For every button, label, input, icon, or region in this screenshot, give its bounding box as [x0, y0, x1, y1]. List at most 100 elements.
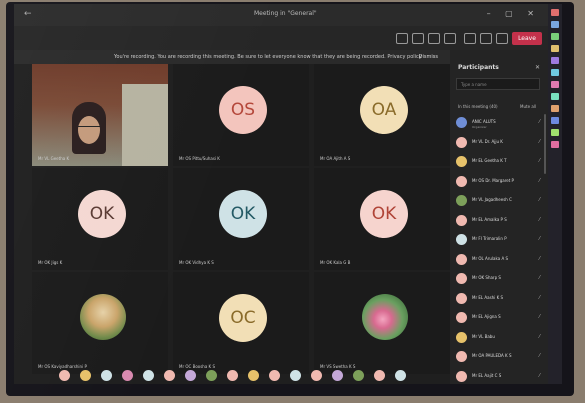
participant-tile[interactable]: OA Mr OA Ajith A S: [314, 64, 450, 166]
participant-tile[interactable]: OS Mr OS Pittu/Suhasi K: [173, 64, 309, 166]
participant-name: Mr EL Ajigna S: [472, 314, 501, 319]
participant-name: Mr OA PAULEDA K S: [472, 353, 512, 358]
participant-list: ANIC ALUTS Organizer ⁄ Mr VL Dr. Ajju K ⁄ Mr …: [456, 114, 544, 384]
avatar[interactable]: [290, 370, 301, 381]
close-icon[interactable]: ✕: [535, 64, 540, 71]
participant-tile[interactable]: Mr VL Geetha K: [32, 64, 168, 166]
back-arrow-icon[interactable]: ←: [24, 9, 32, 19]
mic-icon: ⁄: [539, 275, 540, 281]
avatar[interactable]: [374, 370, 385, 381]
participant-name: Mr OL Arulaka A S: [472, 255, 509, 261]
avatar: [456, 156, 467, 167]
participant-name-label: Mr VL Geetha K: [38, 156, 70, 161]
participant-name: Mr EL Aajit C S: [472, 372, 502, 378]
taskbar-app-icon[interactable]: [551, 141, 559, 148]
participant-row[interactable]: ANIC ALUTS Organizer ⁄: [456, 114, 544, 134]
taskbar-app-icon[interactable]: [551, 129, 559, 136]
avatar[interactable]: [59, 370, 70, 381]
participants-icon[interactable]: [464, 33, 476, 44]
taskbar-app-icon[interactable]: [551, 69, 559, 76]
participant-row[interactable]: Mr FI Trimaralin P ⁄: [456, 231, 544, 251]
participant-tile[interactable]: OK Mr OK Kala G B: [314, 168, 450, 270]
participant-row[interactable]: Mr EL Geetha K T ⁄: [456, 153, 544, 173]
share-icon[interactable]: [428, 33, 440, 44]
participant-row[interactable]: Mr EL Amalka P S ⁄: [456, 212, 544, 232]
recording-banner: You're recording. You are recording this…: [14, 50, 450, 64]
avatar[interactable]: [332, 370, 343, 381]
window-title: Meeting in "General": [254, 10, 317, 17]
taskbar-app-icon[interactable]: [551, 57, 559, 64]
taskbar-app-icon[interactable]: [551, 33, 559, 40]
mute-all-button[interactable]: Mute all: [520, 104, 536, 109]
participant-row[interactable]: Mr VL Jagadheesh C ⁄: [456, 192, 544, 212]
leave-button[interactable]: Leave: [512, 32, 542, 45]
taskbar-app-icon[interactable]: [551, 93, 559, 100]
avatar[interactable]: [185, 370, 196, 381]
mic-icon: ⁄: [539, 119, 540, 125]
avatar[interactable]: [248, 370, 259, 381]
raise-hand-icon[interactable]: [496, 33, 508, 44]
taskbar-app-icon[interactable]: [551, 9, 559, 16]
bottom-participant-strip: [54, 366, 454, 384]
avatar: [456, 273, 467, 284]
avatar[interactable]: [353, 370, 364, 381]
avatar[interactable]: [206, 370, 217, 381]
scrollbar[interactable]: [544, 114, 546, 174]
avatar[interactable]: [395, 370, 406, 381]
avatar[interactable]: [101, 370, 112, 381]
participant-name: ANIC ALUTS: [472, 119, 496, 124]
participant-row[interactable]: Mr OS Dr. Margaret P ⁄: [456, 173, 544, 193]
participant-name-label: Mr OA Ajith A S: [320, 156, 351, 161]
taskbar-app-icon[interactable]: [551, 117, 559, 124]
avatar[interactable]: [311, 370, 322, 381]
participant-role: Organizer: [472, 125, 487, 129]
avatar: [456, 117, 467, 128]
taskbar-app-icon[interactable]: [551, 105, 559, 112]
mic-icon: ⁄: [539, 236, 540, 242]
participant-tile[interactable]: OK Mr OK Vidhya K S: [173, 168, 309, 270]
camera-icon[interactable]: [396, 33, 408, 44]
avatar: [456, 195, 467, 206]
participant-name: Mr OS Dr. Margaret P: [472, 177, 514, 183]
avatar[interactable]: [80, 370, 91, 381]
taskbar-app-icon[interactable]: [551, 45, 559, 52]
participant-tile[interactable]: Mr VS Swetha K S: [314, 272, 450, 374]
window-controls[interactable]: – ▢ ✕: [487, 9, 540, 18]
more-icon[interactable]: [444, 33, 456, 44]
participant-row[interactable]: Mr EL Aajit C S ⁄: [456, 368, 544, 385]
in-meeting-section-label[interactable]: In this meeting (40): [458, 104, 498, 109]
participant-row[interactable]: Mr VL Dr. Ajju K ⁄: [456, 134, 544, 154]
participant-name: Mr FI Trimaralin P: [472, 236, 507, 241]
participant-name: Mr EL Amalka P S: [472, 216, 507, 222]
avatar[interactable]: [122, 370, 133, 381]
participant-search-input[interactable]: Type a name: [456, 78, 540, 90]
participant-row[interactable]: Mr OL Arulaka A S ⁄: [456, 251, 544, 271]
meeting-toolbar: Leave: [14, 26, 548, 50]
taskbar-app-icon[interactable]: [551, 81, 559, 88]
participant-row[interactable]: Mr OA PAULEDA K S ⁄: [456, 348, 544, 368]
avatar[interactable]: [269, 370, 280, 381]
avatar[interactable]: [227, 370, 238, 381]
avatar[interactable]: [143, 370, 154, 381]
video-grid: Mr VL Geetha K OS Mr OS Pittu/Suhasi K OA Mr…: [32, 64, 450, 374]
participant-row[interactable]: Mr OK Sharp S ⁄: [456, 270, 544, 290]
participant-row[interactable]: Mr EL Aashi K S ⁄: [456, 290, 544, 310]
participant-row[interactable]: Mr VL Babu ⁄: [456, 329, 544, 349]
avatar-initials: OK: [360, 190, 408, 238]
participant-name: Mr VL Jagadheesh C: [472, 197, 512, 202]
dismiss-button[interactable]: Dismiss: [419, 50, 438, 64]
avatar-initials: OK: [78, 190, 126, 238]
taskbar-app-icon[interactable]: [551, 21, 559, 28]
mic-icon: ⁄: [539, 333, 540, 340]
mic-icon[interactable]: [412, 33, 424, 44]
participant-row[interactable]: Mr EL Ajigna S ⁄: [456, 309, 544, 329]
avatar[interactable]: [164, 370, 175, 381]
avatar-initials: OA: [360, 86, 408, 134]
participant-tile[interactable]: OC Mr OC Boosha K S: [173, 272, 309, 374]
chat-icon[interactable]: [480, 33, 492, 44]
mic-icon: ⁄: [539, 158, 540, 164]
participant-tile[interactable]: OK Mr OK Jigs K: [32, 168, 168, 270]
participant-tile[interactable]: Mr OS Kaviyadharshini P: [32, 272, 168, 374]
participant-name-label: Mr OS Pittu/Suhasi K: [179, 156, 220, 161]
avatar-initials: OS: [219, 86, 267, 134]
